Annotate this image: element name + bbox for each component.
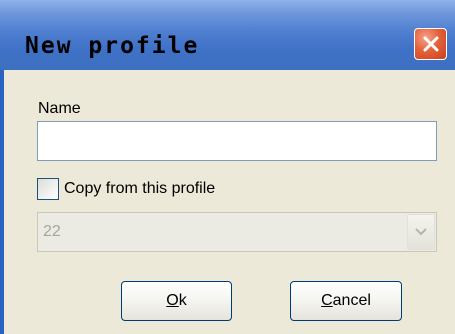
copy-from-profile-checkbox[interactable] (37, 178, 59, 200)
close-icon (423, 36, 438, 52)
ok-label-rest: k (178, 292, 187, 309)
copy-from-profile-row[interactable]: Copy from this profile (37, 176, 215, 202)
close-button[interactable] (414, 28, 447, 60)
cancel-label-rest: ancel (332, 292, 371, 309)
select-dropdown-button (407, 214, 435, 250)
cancel-mnemonic: C (321, 292, 333, 309)
name-input[interactable] (37, 121, 437, 161)
ok-mnemonic: O (166, 292, 179, 309)
new-profile-dialog: New profile Name Copy from this profile … (0, 0, 455, 334)
profile-select-value: 22 (43, 223, 61, 240)
profile-select: 22 (37, 212, 437, 252)
name-label: Name (38, 100, 81, 117)
copy-from-profile-label[interactable]: Copy from this profile (64, 180, 215, 198)
cancel-button[interactable]: Cancel (290, 281, 402, 321)
title-bar[interactable]: New profile (0, 0, 455, 70)
chevron-down-icon (415, 228, 427, 236)
dialog-title: New profile (25, 33, 200, 59)
ok-button[interactable]: Ok (121, 281, 232, 321)
